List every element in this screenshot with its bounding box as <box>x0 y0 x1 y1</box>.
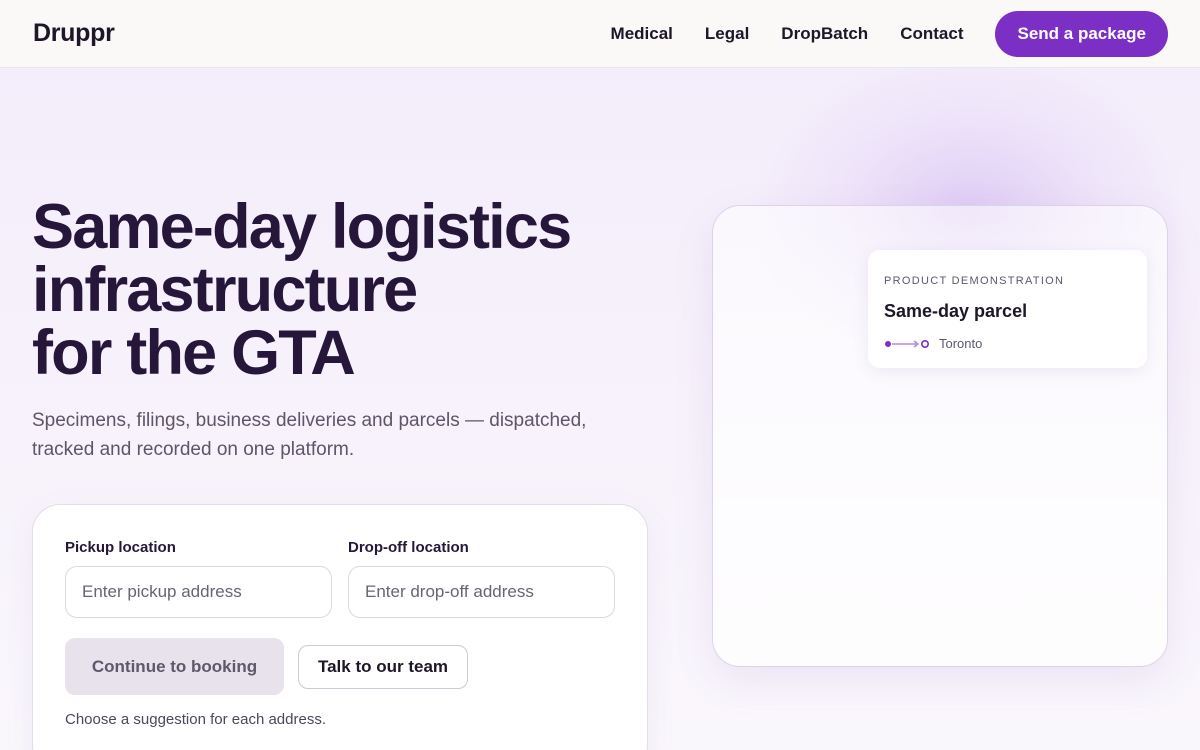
booking-card: Pickup location Drop-off location Contin… <box>32 504 648 750</box>
demo-delivery-card: PRODUCT DEMONSTRATION Same-day parcel To… <box>868 250 1147 368</box>
booking-actions: Continue to booking Talk to our team <box>65 638 615 695</box>
continue-to-booking-button[interactable]: Continue to booking <box>65 638 284 695</box>
talk-to-team-button[interactable]: Talk to our team <box>298 644 468 689</box>
dropoff-input[interactable] <box>348 566 615 618</box>
logo[interactable]: Druppr <box>33 19 115 48</box>
hero-title: Same-day logistics infrastructure for th… <box>32 196 652 385</box>
demo-route: Toronto <box>884 336 1131 351</box>
send-package-button[interactable]: Send a package <box>995 10 1168 57</box>
demo-eyebrow: PRODUCT DEMONSTRATION <box>884 275 1065 287</box>
pickup-label: Pickup location <box>65 539 176 556</box>
route-city: Toronto <box>939 336 983 351</box>
nav-link-legal[interactable]: Legal <box>705 24 749 44</box>
demo-title: Same-day parcel <box>884 301 1028 321</box>
dropoff-label: Drop-off location <box>348 539 469 556</box>
product-demo-panel: PRODUCT DEMONSTRATION Same-day parcel To… <box>712 205 1168 667</box>
hero-title-line: Same-day logistics <box>32 192 572 262</box>
nav-link-medical[interactable]: Medical <box>611 24 673 44</box>
address-hint: Choose a suggestion for each address. <box>65 711 326 728</box>
address-fields: Pickup location Drop-off location <box>65 539 615 618</box>
pickup-field: Pickup location <box>65 539 332 618</box>
hero-subtitle: Specimens, filings, business deliveries … <box>32 410 587 460</box>
dropoff-field: Drop-off location <box>348 539 615 618</box>
hero-title-line: for the GTA <box>32 318 356 388</box>
pickup-input[interactable] <box>65 566 332 618</box>
main-nav: Medical Legal DropBatch Contact Send a p… <box>611 10 1168 57</box>
route-arrow-icon <box>884 338 930 350</box>
site-header: Druppr Medical Legal DropBatch Contact S… <box>0 0 1200 68</box>
nav-link-dropbatch[interactable]: DropBatch <box>781 24 868 44</box>
nav-link-contact[interactable]: Contact <box>900 24 963 44</box>
hero-title-line: infrastructure <box>32 255 418 325</box>
